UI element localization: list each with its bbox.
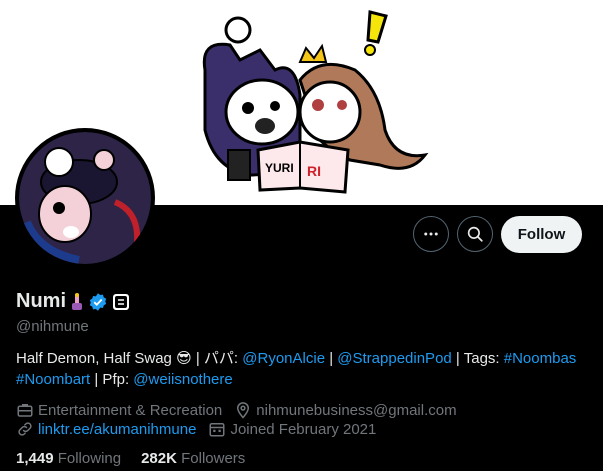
avatar[interactable] [15, 128, 155, 268]
search-icon [467, 226, 483, 242]
category-icon [17, 404, 33, 417]
followers-stat[interactable]: 282K Followers [141, 450, 245, 467]
display-name: Numi [16, 290, 66, 312]
profile-bio: Half Demon, Half Swag 😎 | パパ: @RyonAlcie… [16, 348, 591, 390]
bio-text: | Pfp: [90, 371, 134, 388]
hashtag-link[interactable]: #Noombas [504, 350, 577, 367]
following-stat[interactable]: 1,449 Following [16, 450, 121, 467]
search-profile-button[interactable] [457, 216, 493, 252]
pacifier-emoji-icon [72, 292, 82, 310]
follow-stats: 1,449 Following 282K Followers [16, 450, 245, 467]
location-item: nihmunebusiness@gmail.com [234, 401, 457, 419]
banner-book-text-right: RI [307, 163, 321, 179]
user-handle: @nihmune [16, 318, 89, 335]
follow-button[interactable]: Follow [501, 216, 582, 253]
name-row: Numi [16, 290, 130, 313]
joined-item: Joined February 2021 [208, 420, 376, 438]
following-label: Following [57, 450, 122, 467]
category-text: Entertainment & Recreation [38, 401, 223, 419]
more-icon [424, 232, 438, 236]
link-icon [18, 422, 32, 436]
joined-text: Joined February 2021 [230, 420, 377, 438]
mention-link[interactable]: @RyonAlcie [242, 350, 325, 367]
bio-text: Half Demon, Half Swag 😎 | パパ: [16, 350, 243, 367]
followers-count: 282K [141, 450, 177, 467]
banner-book-text-left: YURI [265, 161, 294, 175]
more-options-button[interactable] [413, 216, 449, 252]
avatar-artwork [19, 132, 151, 264]
verified-badge-icon[interactable] [88, 292, 108, 312]
hashtag-link[interactable]: #Noombart [16, 371, 90, 388]
profile-meta-row-2: linktr.ee/akumanihmune Joined February 2… [16, 420, 388, 438]
following-count: 1,449 [16, 450, 54, 467]
bio-text: | [325, 350, 338, 367]
category-item: Entertainment & Recreation [16, 401, 222, 419]
followers-label: Followers [181, 450, 246, 467]
mention-link[interactable]: @StrappedinPod [337, 350, 451, 367]
website-item[interactable]: linktr.ee/akumanihmune [16, 420, 196, 438]
location-icon [237, 402, 250, 419]
affiliate-badge-icon[interactable] [112, 293, 130, 311]
profile-meta-row-1: Entertainment & Recreation nihmunebusine… [16, 401, 469, 419]
location-text: nihmunebusiness@gmail.com [256, 401, 457, 419]
website-link[interactable]: linktr.ee/akumanihmune [38, 421, 196, 438]
mention-link[interactable]: @weiisnothere [133, 371, 232, 388]
bio-text: | Tags: [451, 350, 504, 367]
calendar-icon [209, 423, 225, 437]
